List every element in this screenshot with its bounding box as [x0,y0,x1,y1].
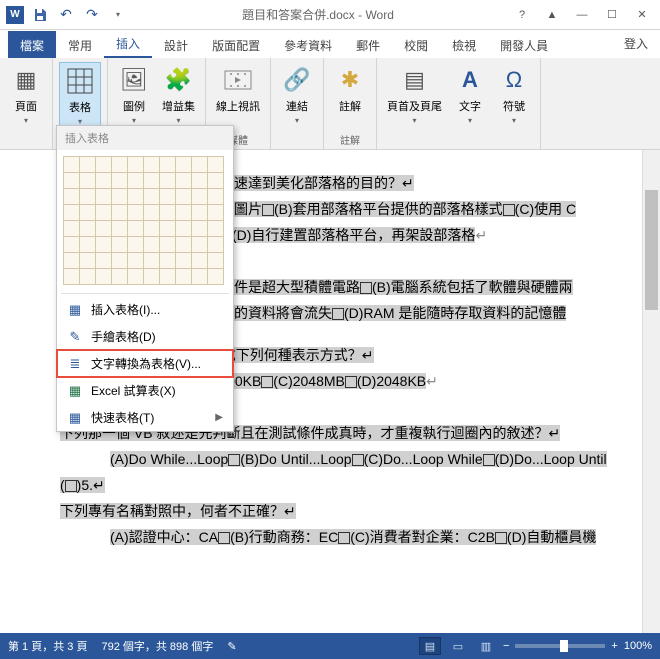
text-button[interactable]: A 文字 ▾ [450,62,490,127]
view-web-layout-icon[interactable]: ▥ [475,637,497,655]
comments-icon: ✱ [334,64,366,96]
links-icon: 🔗 [281,64,313,96]
view-read-mode-icon[interactable]: ▭ [447,637,469,655]
addins-label: 增益集 [162,98,195,114]
menu-item-label: 插入表格(I)... [91,301,160,318]
menu-item-label: 文字轉換為表格(V)... [91,355,201,372]
menu-item-label: Excel 試算表(X) [91,382,176,399]
login-link[interactable]: 登入 [612,29,660,58]
doc-text: 快速達到美化部落格的目的？↵ [220,175,414,191]
zoom-in-icon[interactable]: + [611,640,617,652]
scroll-thumb[interactable] [645,190,658,310]
close-icon[interactable]: ✕ [628,4,656,26]
pages-label: 頁面 [15,98,37,114]
excel-icon: ▦ [67,383,83,399]
tab-developer[interactable]: 開發人員 [488,31,560,58]
status-proofing-icon[interactable]: ✎ [227,640,236,653]
tab-view[interactable]: 檢視 [440,31,488,58]
help-icon[interactable]: ? [508,4,536,26]
doc-text: 下列專有名稱對照中，何者不正確？↵ [60,503,296,519]
insert-table-icon: ▦ [67,302,83,318]
menu-quick-tables[interactable]: ▦ 快速表格(T) ▶ [57,404,233,431]
ribbon-options-icon[interactable]: ▲ [538,4,566,26]
comments-button[interactable]: ✱ 註解 [330,62,370,116]
tab-references[interactable]: 參考資料 [272,31,344,58]
chevron-right-icon: ▶ [215,412,223,423]
header-footer-label: 頁首及頁尾 [387,98,442,114]
pages-button[interactable]: ▦ 頁面 ▾ [6,62,46,127]
view-print-layout-icon[interactable]: ▤ [419,637,441,655]
table-icon [64,65,96,97]
text-label: 文字 [459,98,481,114]
pages-icon: ▦ [10,64,42,96]
draw-table-icon: ✎ [67,329,83,345]
video-icon [222,64,254,96]
statusbar: 第 1 頁，共 3 頁 792 個字，共 898 個字 ✎ ▤ ▭ ▥ − + … [0,633,660,659]
tab-home[interactable]: 常用 [56,31,104,58]
titlebar: W ↶ ↷ ▾ 題目和答案合併.docx - Word ? ▲ — ☐ ✕ [0,0,660,30]
symbols-label: 符號 [503,98,525,114]
undo-icon[interactable]: ↶ [56,5,76,25]
zoom-level[interactable]: 100% [624,640,652,652]
status-words[interactable]: 792 個字，共 898 個字 [101,638,213,654]
group-comments-label: 註解 [340,130,360,147]
menu-excel[interactable]: ▦ Excel 試算表(X) [57,377,233,404]
video-label: 線上視訊 [216,98,260,114]
ribbon-tabs: 檔案 常用 插入 設計 版面配置 參考資料 郵件 校閱 檢視 開發人員 登入 [0,30,660,58]
menu-convert-text[interactable]: ≣ 文字轉換為表格(V)... [57,350,233,377]
header-footer-button[interactable]: ▤ 頁首及頁尾 ▾ [383,62,446,127]
window-title: 題目和答案合併.docx - Word [128,6,508,23]
tab-insert[interactable]: 插入 [104,29,152,58]
links-button[interactable]: 🔗 連結 ▾ [277,62,317,127]
save-icon[interactable] [30,5,50,25]
online-video-button[interactable]: 線上視訊 [212,62,264,116]
table-grid-picker[interactable] [57,150,233,291]
table-button[interactable]: 表格 ▾ [59,62,101,129]
table-dropdown-menu: 插入表格 ▦ 插入表格(I)... ✎ 手繪表格(D) ≣ 文字轉換為表格(V)… [56,125,234,432]
tab-review[interactable]: 校閱 [392,31,440,58]
minimize-icon[interactable]: — [568,4,596,26]
maximize-icon[interactable]: ☐ [598,4,626,26]
menu-insert-table[interactable]: ▦ 插入表格(I)... [57,296,233,323]
table-label: 表格 [69,99,91,115]
symbols-icon: Ω [498,64,530,96]
word-app-icon: W [6,6,24,24]
comments-label: 註解 [339,98,361,114]
illustrations-label: 圖例 [123,98,145,114]
tab-layout[interactable]: 版面配置 [200,31,272,58]
tab-design[interactable]: 設計 [152,31,200,58]
illustrations-icon: 🖼 [118,64,150,96]
quick-tables-icon: ▦ [67,410,83,426]
vertical-scrollbar[interactable] [642,150,660,633]
header-footer-icon: ▤ [399,64,431,96]
menu-title: 插入表格 [57,126,233,150]
illustrations-button[interactable]: 🖼 圖例 ▾ [114,62,154,127]
tab-file[interactable]: 檔案 [8,31,56,58]
qat-customize-icon[interactable]: ▾ [108,5,128,25]
zoom-out-icon[interactable]: − [503,640,509,652]
text-icon: A [454,64,486,96]
convert-text-icon: ≣ [67,356,83,372]
menu-item-label: 快速表格(T) [91,409,154,426]
addins-icon: 🧩 [163,64,195,96]
tab-mailings[interactable]: 郵件 [344,31,392,58]
menu-item-label: 手繪表格(D) [91,328,156,345]
symbols-button[interactable]: Ω 符號 ▾ [494,62,534,127]
zoom-slider[interactable] [515,644,605,648]
addins-button[interactable]: 🧩 增益集 ▾ [158,62,199,127]
status-page[interactable]: 第 1 頁，共 3 頁 [8,638,87,654]
links-label: 連結 [286,98,308,114]
redo-icon[interactable]: ↷ [82,5,102,25]
menu-draw-table[interactable]: ✎ 手繪表格(D) [57,323,233,350]
